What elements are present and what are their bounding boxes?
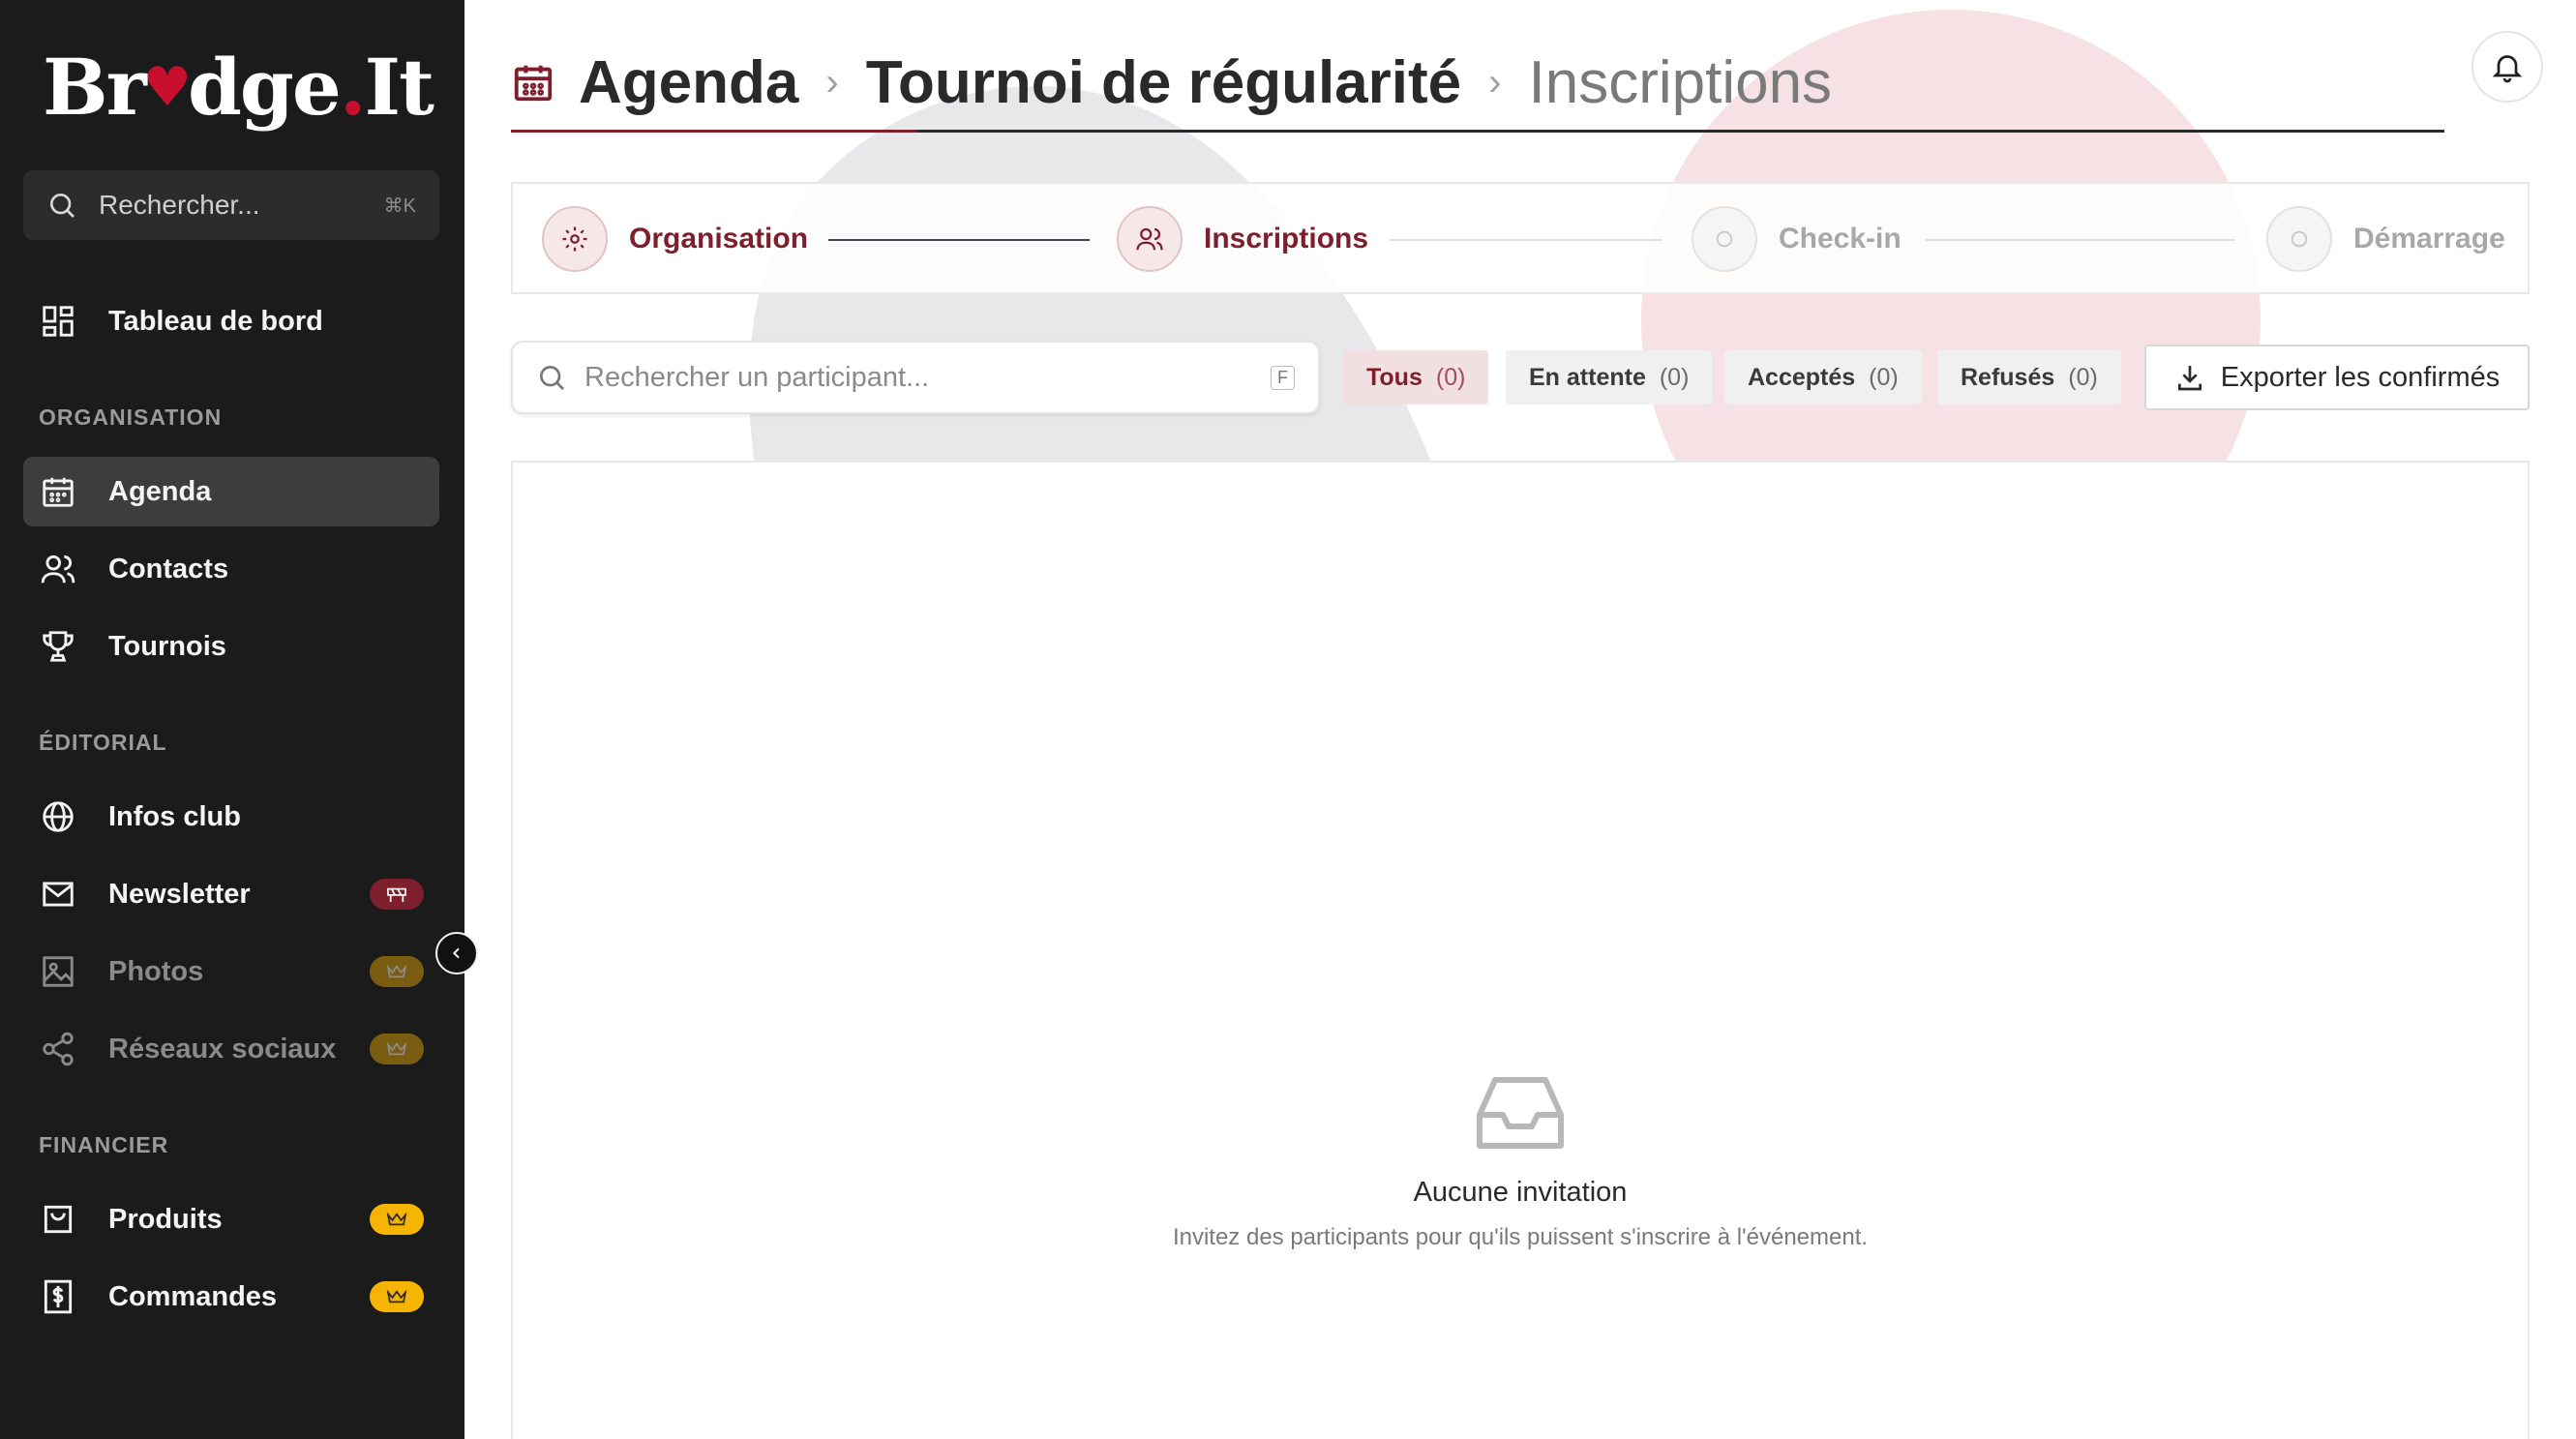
sidebar: Br ♥ dge. It Rechercher... ⌘K Tableau de bo… [0,0,464,1439]
search-icon [540,366,564,390]
sidebar-item-label: Photos [108,955,204,987]
sidebar-item-commandes[interactable]: Commandes [23,1262,439,1332]
crown-icon [370,1204,424,1235]
inbox-icon [1477,1077,1564,1149]
chevron-left-icon [452,947,460,959]
section-financier: FINANCIER [39,1132,169,1157]
brand-logo[interactable]: Br ♥ dge. It [43,39,434,135]
share-icon [39,1030,77,1068]
sidebar-item-infos-club[interactable]: Infos club [23,782,439,852]
step-connector [1926,239,2235,241]
crown-icon [370,1281,424,1312]
crown-icon [370,1034,424,1064]
filter-en-attente[interactable]: En attente (0) [1506,350,1713,405]
mail-icon [39,875,77,914]
breadcrumb-agenda[interactable]: Agenda [579,48,798,117]
step-connector [828,239,1090,241]
breadcrumb-underline [511,130,2444,133]
sidebar-item-label: Newsletter [108,878,251,910]
dashboard-icon [39,302,77,341]
calendar-icon [39,472,77,511]
sidebar-item-photos[interactable]: Photos [23,937,439,1006]
filter-refuses[interactable]: Refusés (0) [1937,350,2121,405]
notifications-button[interactable] [2471,31,2543,103]
step-demarrage[interactable]: Démarrage [2266,205,2505,273]
sidebar-item-contacts[interactable]: Contacts [23,534,439,604]
circle-icon [2266,206,2332,272]
sidebar-item-label: Tableau de bord [108,305,323,337]
gear-icon [542,206,608,272]
download-icon [2177,366,2202,391]
bell-icon [2492,55,2523,83]
heart-icon: ♥ [142,55,192,119]
sidebar-item-label: Produits [108,1203,223,1235]
search-placeholder: Rechercher un participant... [584,361,930,393]
circle-icon [1692,206,1757,272]
sidebar-item-newsletter[interactable]: Newsletter [23,859,439,929]
sidebar-search[interactable]: Rechercher... ⌘K [23,170,439,240]
sidebar-item-dashboard[interactable]: Tableau de bord [23,286,439,356]
breadcrumb: Agenda › Tournoi de régularité › Inscrip… [511,39,1832,126]
image-icon [39,952,77,991]
users-icon [39,550,77,588]
breadcrumb-current: Inscriptions [1528,48,1833,116]
chevron-right-icon: › [1488,60,1502,104]
sidebar-item-label: Commandes [108,1280,278,1312]
globe-icon [39,797,77,836]
breadcrumb-event[interactable]: Tournoi de régularité [866,48,1461,117]
filter-tous[interactable]: Tous (0) [1343,350,1489,405]
construction-badge-icon [370,879,424,910]
calendar-icon [514,65,553,102]
trophy-icon [39,627,77,666]
invitations-panel: Aucune invitation Invitez des participan… [511,461,2530,1439]
empty-state-title: Aucune invitation [1413,1177,1628,1208]
step-check-in[interactable]: Check-in [1692,205,1902,273]
empty-state-subtitle: Invitez des participants pour qu'ils pui… [1172,1224,1869,1250]
progress-stepper: Organisation Inscriptions Check-in Démar… [511,182,2530,294]
step-inscriptions[interactable]: Inscriptions [1117,205,1368,273]
chevron-right-icon: › [825,60,839,104]
sidebar-item-produits[interactable]: Produits [23,1184,439,1254]
section-editorial: ÉDITORIAL [39,730,167,755]
sidebar-item-agenda[interactable]: Agenda [23,457,439,526]
empty-state: Aucune invitation Invitez des participan… [513,1074,2528,1251]
shortcut-hint: F [1271,365,1295,390]
step-label: Organisation [629,223,809,255]
step-connector [1390,239,1662,241]
step-label: Inscriptions [1204,223,1369,255]
filter-acceptes[interactable]: Acceptés (0) [1724,350,1922,405]
users-icon [1117,206,1183,272]
shopping-bag-icon [39,1200,77,1239]
sidebar-item-label: Agenda [108,475,212,507]
sidebar-item-label: Contacts [108,553,229,585]
receipt-icon [39,1277,77,1316]
section-organisation: ORGANISATION [39,405,223,430]
sidebar-item-tournois[interactable]: Tournois [23,612,439,681]
sidebar-item-label: Tournois [108,630,226,662]
collapse-sidebar-button[interactable] [435,932,478,974]
shortcut-hint: ⌘K [383,195,416,217]
export-confirmed-button[interactable]: Exporter les confirmés [2144,345,2530,410]
sidebar-item-label: Réseaux sociaux [108,1033,337,1064]
sidebar-search-placeholder: Rechercher... [99,190,260,220]
sidebar-item-reseaux[interactable]: Réseaux sociaux [23,1014,439,1084]
crown-icon [370,956,424,987]
step-label: Démarrage [2353,223,2505,255]
participant-search-input[interactable]: Rechercher un participant... F [511,341,1320,414]
sidebar-item-label: Infos club [108,800,241,832]
search-icon [50,194,75,218]
step-label: Check-in [1779,223,1902,255]
step-organisation[interactable]: Organisation [542,205,808,273]
